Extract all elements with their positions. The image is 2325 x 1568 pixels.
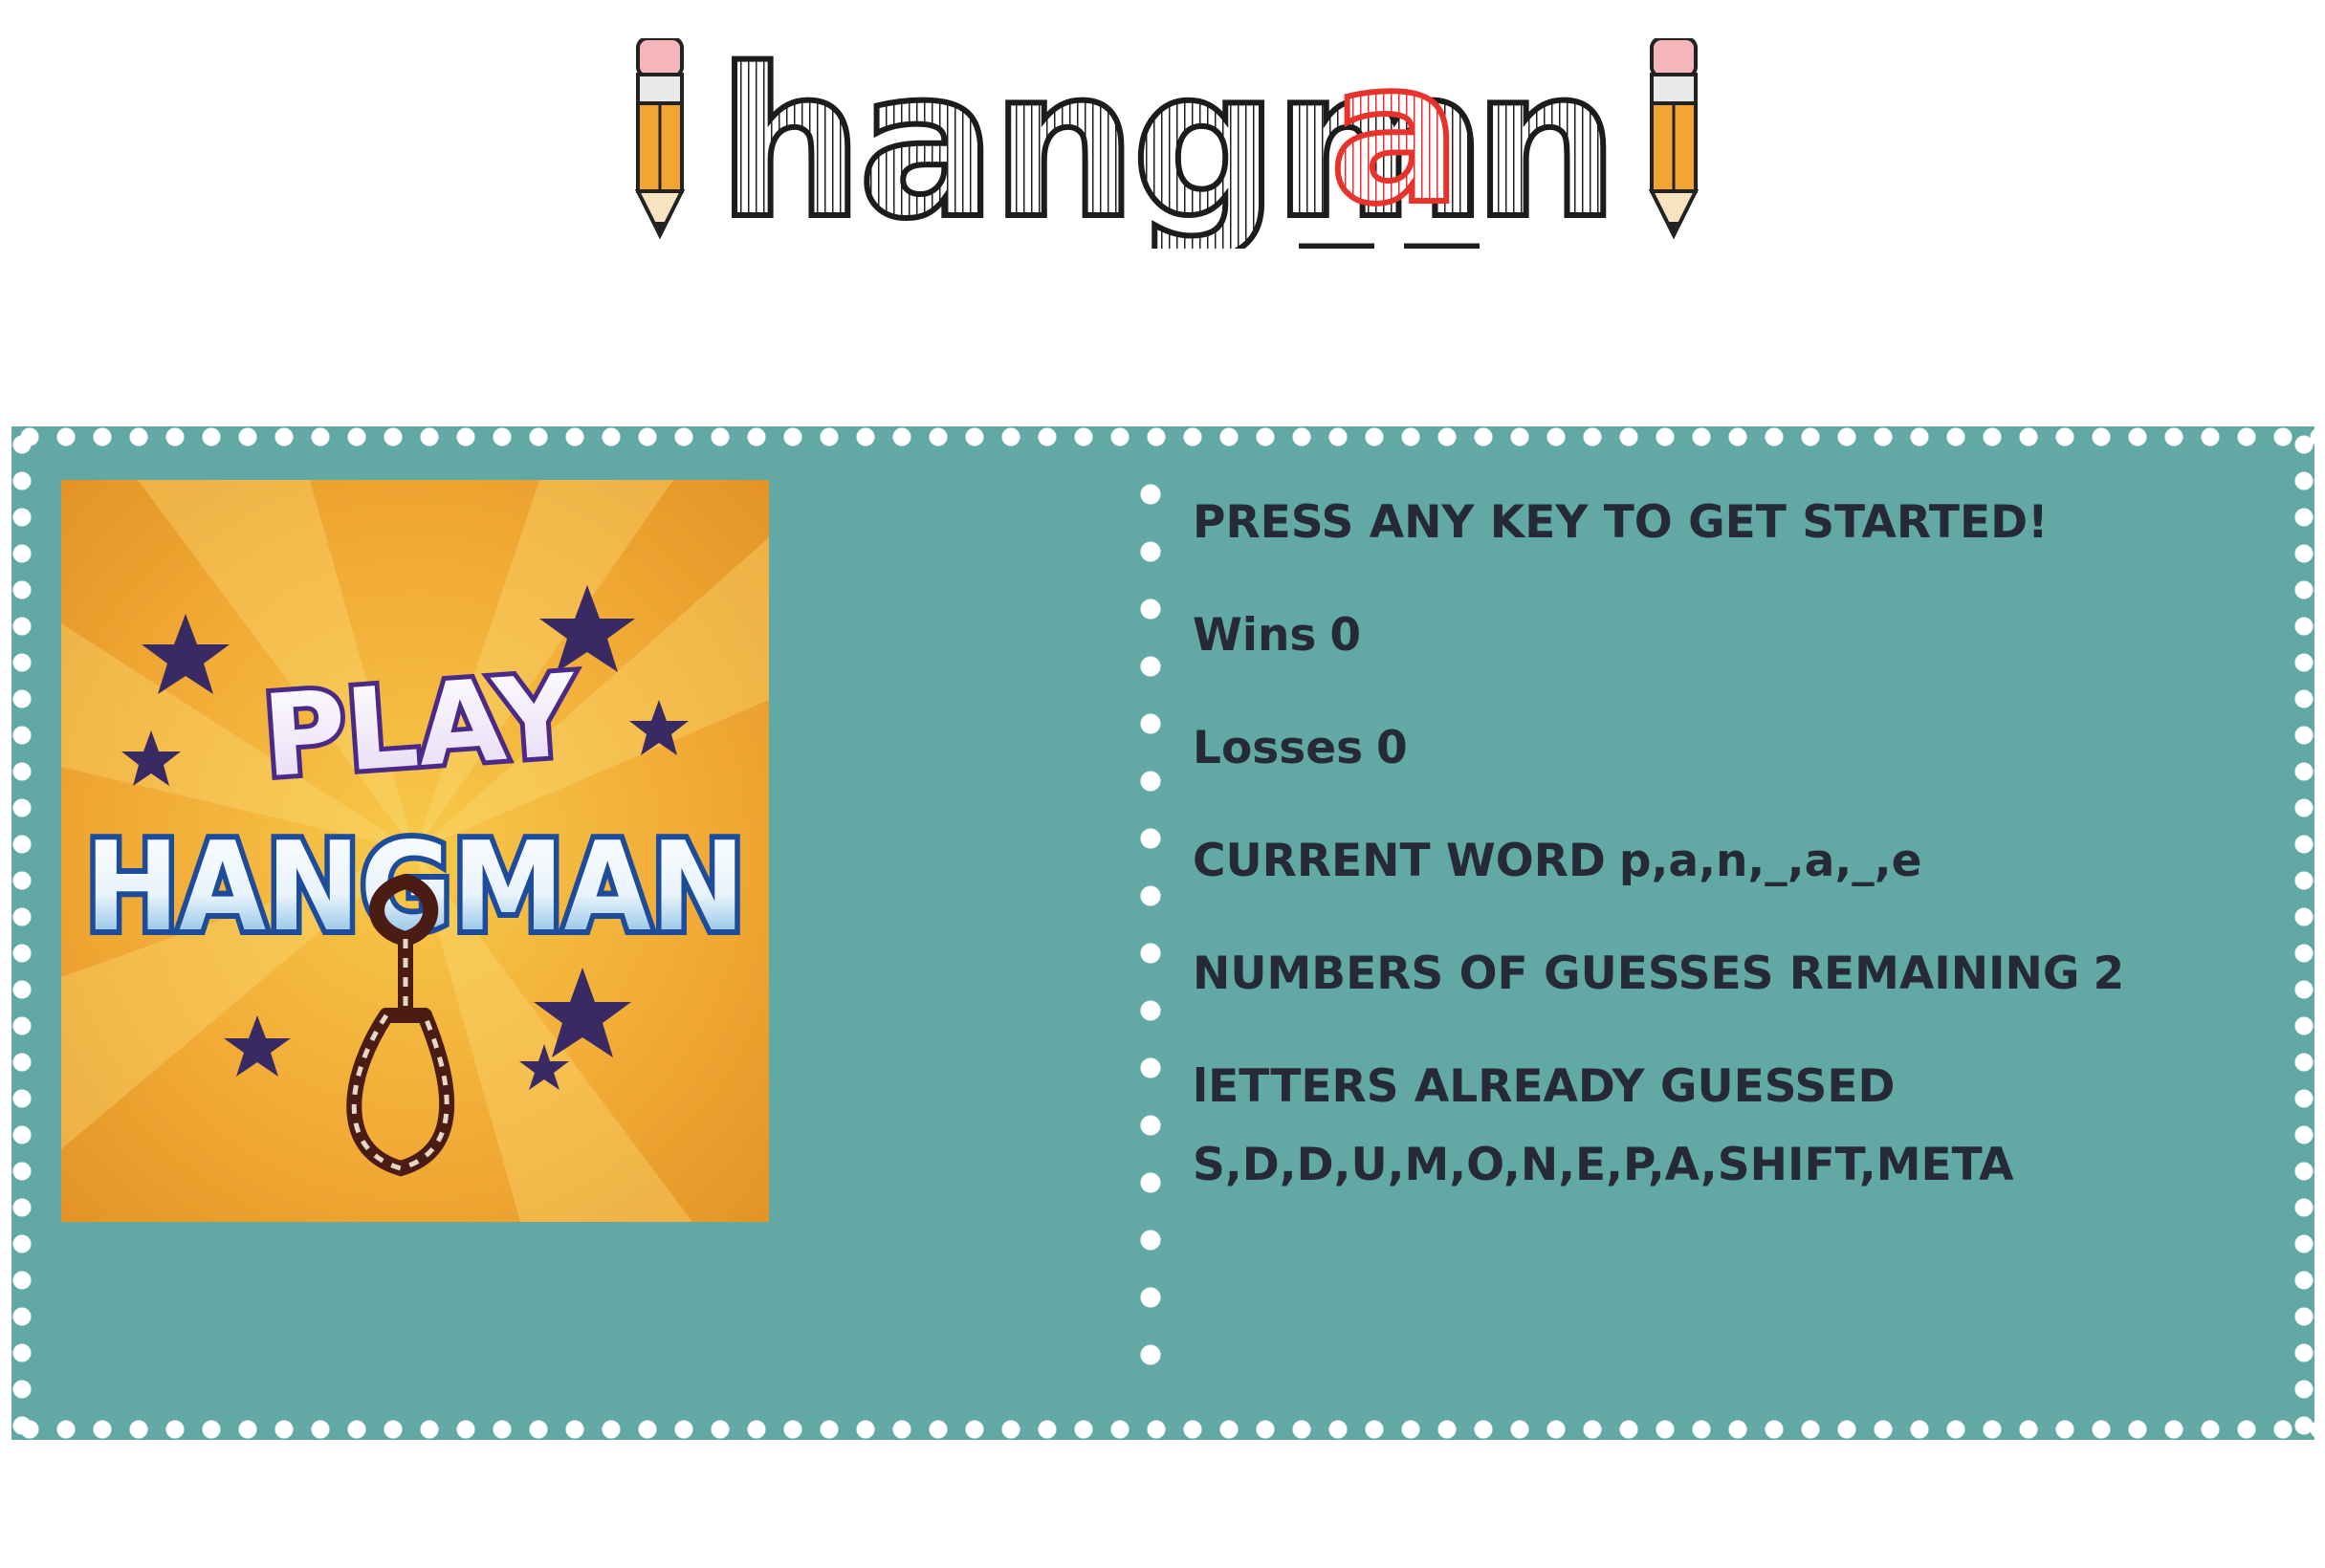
dotted-border-top <box>11 426 2314 447</box>
dotted-border-left <box>11 426 33 1440</box>
game-status: PRESS ANY KEY TO GET STARTED! Wins 0 Loss… <box>1193 484 2283 1205</box>
logo-wordmark: hangm _ a _ n <box>717 17 1616 249</box>
art-play-text: PLAY <box>259 649 582 803</box>
dotted-border-right <box>2293 426 2314 1440</box>
guesses-remaining-label: NUMBERS OF GUESSES REMAINING <box>1193 947 2080 1000</box>
dotted-border-bottom <box>11 1419 2314 1440</box>
pencil-icon <box>1648 38 1700 239</box>
guesses-remaining-value: 2 <box>2093 947 2125 1000</box>
play-hangman-image: PLAY HANGMAN <box>61 480 769 1222</box>
hangman-page: hangm _ a _ n PLAY HANGMAN PRESS ANY KEY… <box>0 0 2325 1568</box>
game-panel: PLAY HANGMAN PRESS ANY KEY TO GET STARTE… <box>11 426 2314 1440</box>
wins-row: Wins 0 <box>1193 597 2283 709</box>
letters-guessed-row: lETTERS ALREADY GUESSED S,D,D,U,M,O,N,E,… <box>1193 1048 2283 1205</box>
losses-value: 0 <box>1376 722 1408 774</box>
current-word-row: CURRENT WORD p,a,n,_,a,_,e <box>1193 822 2283 935</box>
current-word-label: CURRENT WORD <box>1193 835 1606 887</box>
losses-row: Losses 0 <box>1193 709 2283 822</box>
start-prompt: PRESS ANY KEY TO GET STARTED! <box>1193 496 2049 549</box>
current-word-value: p,a,n,_,a,_,e <box>1618 835 1922 887</box>
letters-guessed-label: lETTERS ALREADY GUESSED <box>1193 1060 1896 1113</box>
logo-underscore-2: _ <box>1406 93 1478 249</box>
losses-label: Losses <box>1193 722 1364 774</box>
pencil-icon <box>634 38 686 239</box>
letters-guessed-value: S,D,D,U,M,O,N,E,P,A,SHIFT,META <box>1193 1139 2014 1191</box>
logo-text-end: n <box>1473 24 1616 249</box>
wins-label: Wins <box>1193 609 1317 662</box>
dotted-divider <box>1140 474 1161 1392</box>
guesses-remaining-row: NUMBERS OF GUESSES REMAINING 2 <box>1193 935 2283 1048</box>
hangman-logo: hangm _ a _ n <box>626 10 1707 249</box>
wins-value: 0 <box>1329 609 1362 662</box>
